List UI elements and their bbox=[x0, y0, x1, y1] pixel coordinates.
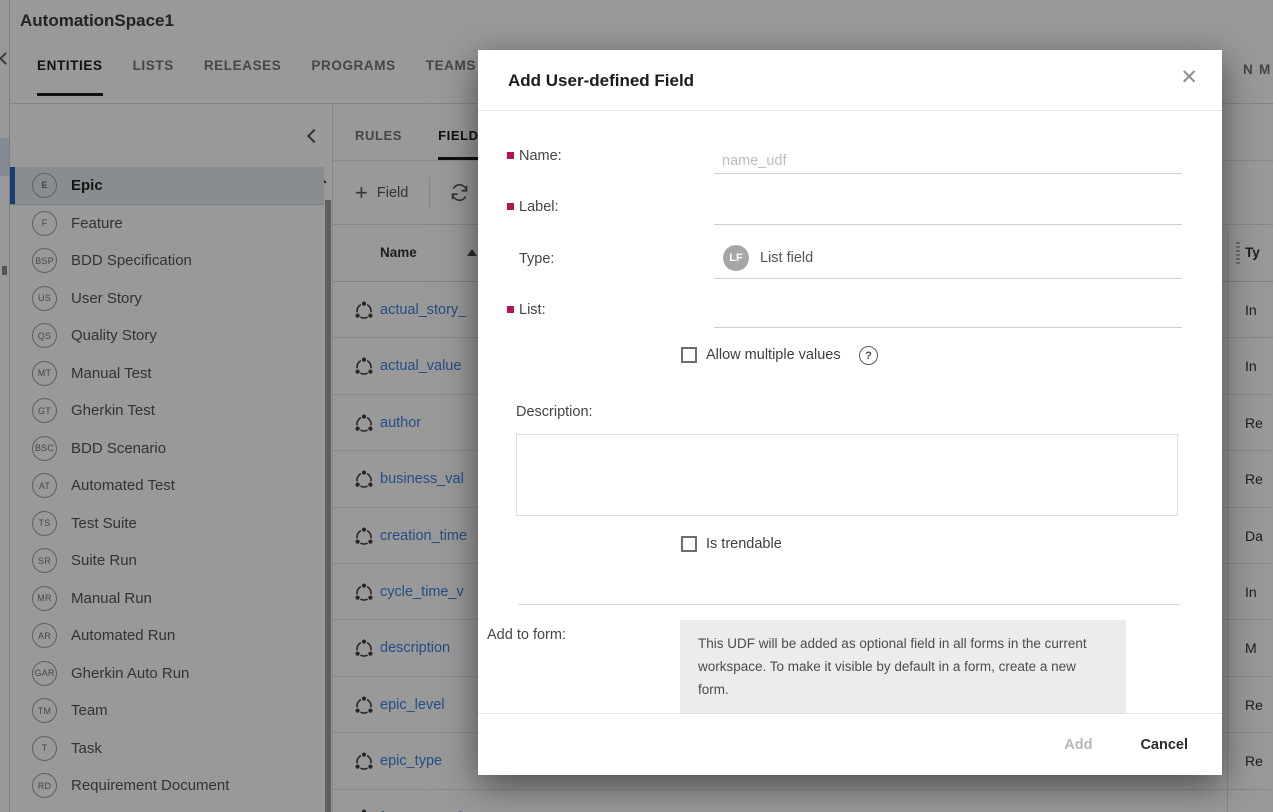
note-line: workspace. To make it visible by default… bbox=[698, 655, 1108, 678]
type-field-label: Type: bbox=[519, 251, 554, 267]
label-field-label: Label: bbox=[519, 199, 559, 215]
required-indicator bbox=[507, 152, 514, 159]
list-field-type-icon: LF bbox=[723, 245, 749, 271]
required-indicator bbox=[507, 306, 514, 313]
label-input[interactable] bbox=[714, 201, 1182, 225]
section-divider bbox=[518, 604, 1180, 605]
dialog-footer: Add Cancel bbox=[478, 713, 1222, 775]
add-udf-dialog: Add User-defined Field ✕ Name: Label: Ty… bbox=[478, 50, 1222, 775]
add-to-form-label: Add to form: bbox=[487, 627, 566, 643]
note-line: form. bbox=[698, 678, 1108, 701]
dialog-header: Add User-defined Field ✕ bbox=[478, 50, 1222, 111]
list-field-label: List: bbox=[519, 302, 546, 318]
is-trendable-label: Is trendable bbox=[706, 536, 782, 552]
allow-multiple-checkbox[interactable] bbox=[681, 347, 697, 363]
app-window: AutomationSpace1 ENTITIES LISTS RELEASES… bbox=[0, 0, 1273, 812]
type-value: List field bbox=[760, 250, 813, 266]
required-indicator bbox=[507, 203, 514, 210]
is-trendable-checkbox[interactable] bbox=[681, 536, 697, 552]
close-icon[interactable]: ✕ bbox=[1180, 67, 1198, 88]
cancel-button[interactable]: Cancel bbox=[1140, 737, 1188, 753]
name-field-label: Name: bbox=[519, 148, 562, 164]
name-input[interactable] bbox=[714, 150, 1182, 174]
type-field[interactable]: LF List field bbox=[714, 239, 1182, 279]
list-input[interactable] bbox=[714, 304, 1182, 328]
allow-multiple-label: Allow multiple values bbox=[706, 347, 841, 363]
description-label: Description: bbox=[516, 404, 593, 420]
add-to-form-note: This UDF will be added as optional field… bbox=[680, 620, 1126, 713]
add-button[interactable]: Add bbox=[1064, 737, 1092, 753]
note-line: This UDF will be added as optional field… bbox=[698, 632, 1108, 655]
dialog-title: Add User-defined Field bbox=[508, 71, 694, 91]
help-icon[interactable]: ? bbox=[859, 346, 878, 365]
description-textarea[interactable] bbox=[516, 434, 1178, 516]
